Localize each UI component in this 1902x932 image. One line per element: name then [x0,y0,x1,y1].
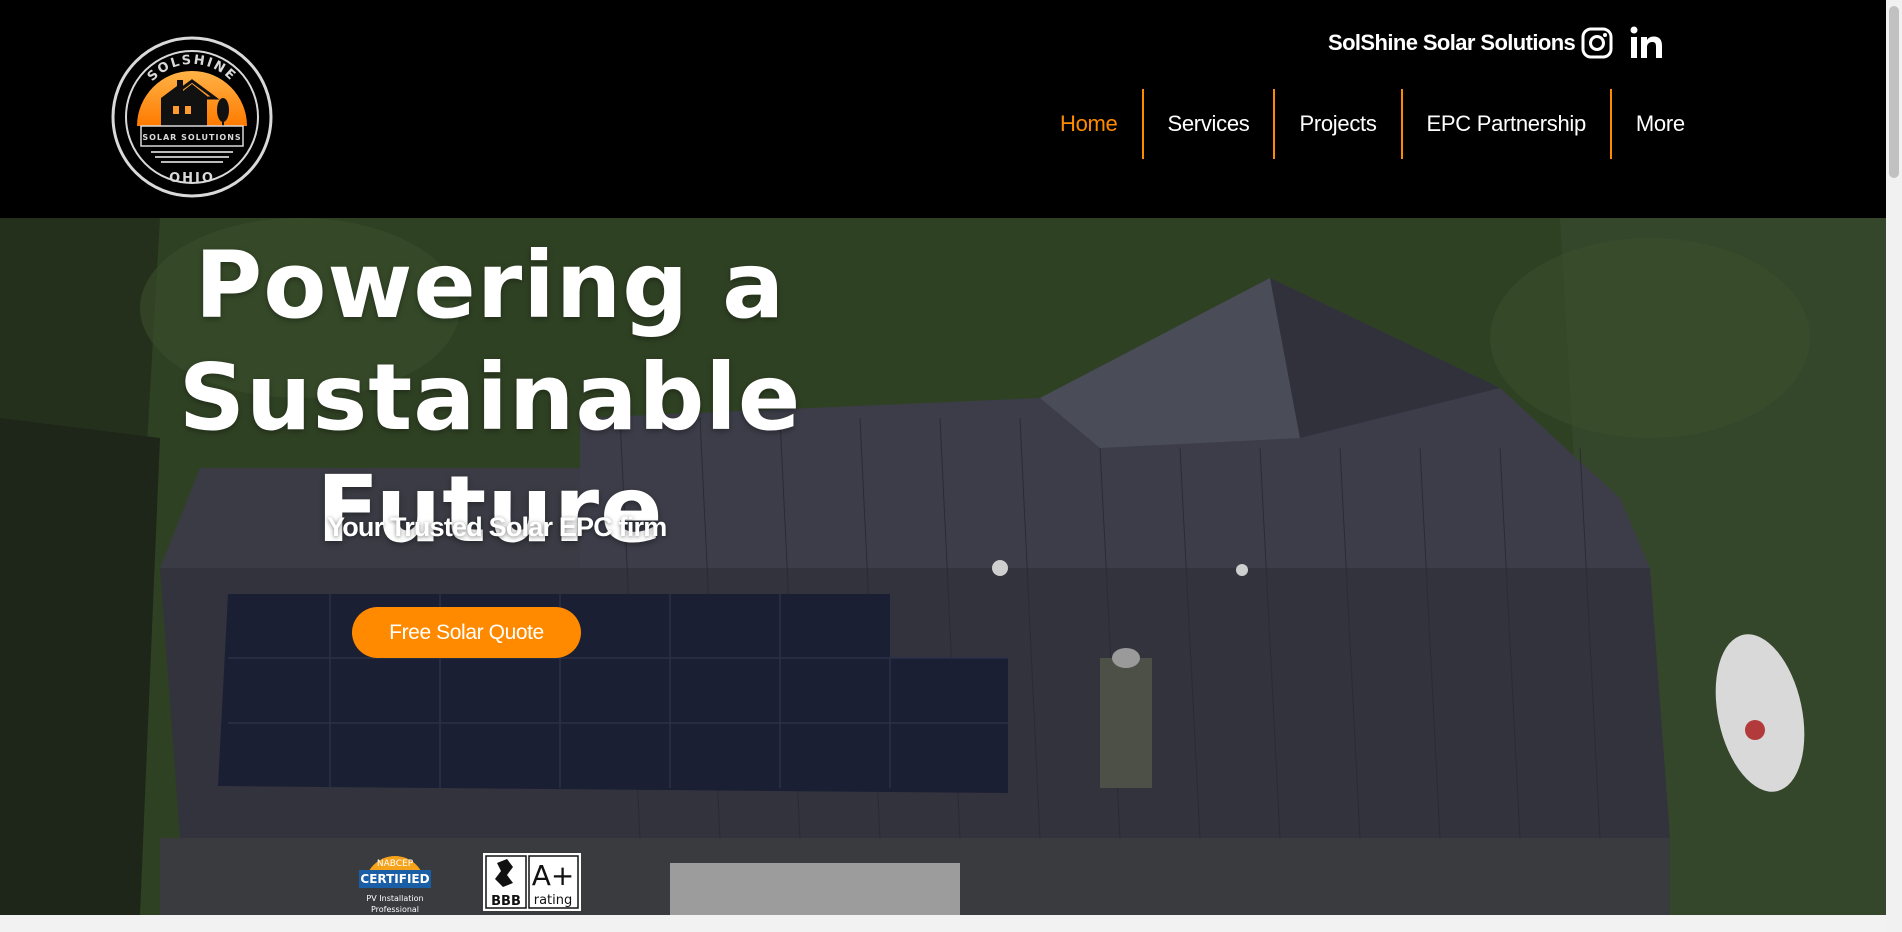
bbb-rating-text: rating [534,893,573,908]
nav-item-home[interactable]: Home [1036,89,1144,159]
free-solar-quote-button[interactable]: Free Solar Quote [352,607,581,658]
bbb-grade-text: A+ [532,859,575,892]
nabcep-top-text: NABCEP [377,859,414,869]
nav-item-more[interactable]: More [1612,89,1709,159]
hero-subtitle: Your Trusted Solar EPC firm [327,512,667,542]
nabcep-certified-badge: NABCEP CERTIFIED PV Installation Profess… [359,856,431,914]
nabcep-sub-text-1: PV Installation [366,894,423,903]
nav-item-epc-partnership[interactable]: EPC Partnership [1403,89,1612,159]
page-scrollbar[interactable] [1886,0,1902,932]
bbb-logo-text: BBB [491,894,521,909]
instagram-icon[interactable] [1581,26,1613,60]
nav-item-services[interactable]: Services [1144,89,1276,159]
scrollbar-thumb[interactable] [1889,6,1899,178]
nav-item-projects[interactable]: Projects [1275,89,1403,159]
hero-title-line1: Powering a [194,232,786,339]
linkedin-icon[interactable] [1630,26,1662,60]
solshine-logo[interactable]: SOLSHINE SOLAR SOLUTIONS OHIO [111,36,273,198]
nabcep-sub-text-2: Professional [371,905,419,914]
hero-section: Powering a Sustainable Future Your Trust… [0,218,1886,915]
site-header: SOLSHINE SOLAR SOLUTIONS OHIO SolShine S… [0,0,1886,218]
logo-bottom-text: OHIO [169,171,215,186]
logo-middle-text: SOLAR SOLUTIONS [142,133,241,142]
brand-name[interactable]: SolShine Solar Solutions [1328,30,1576,56]
bbb-rating-badge: BBB A+ rating [483,853,581,911]
nabcep-certified-text: CERTIFIED [360,872,429,886]
main-nav: Home Services Projects EPC Partnership M… [1036,89,1709,159]
